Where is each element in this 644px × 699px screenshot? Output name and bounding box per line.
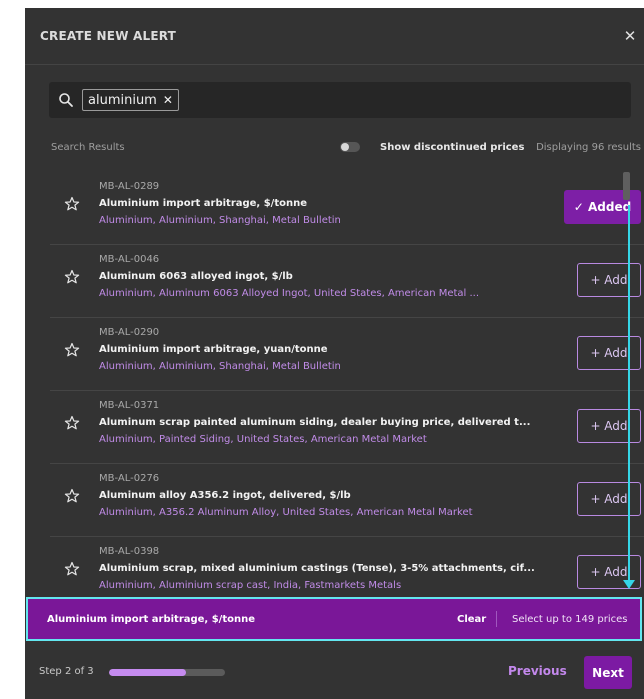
discontinued-toggle-label: Show discontinued prices <box>380 141 525 153</box>
scroll-indicator-line <box>628 205 630 581</box>
price-name: Aluminum scrap painted aluminum siding, … <box>99 417 531 428</box>
search-field[interactable]: aluminium ✕ <box>49 82 631 118</box>
close-icon[interactable]: ✕ <box>616 27 644 45</box>
discontinued-toggle[interactable] <box>340 142 360 152</box>
list-item[interactable]: MB-AL-0046 Aluminum 6063 alloyed ingot, $… <box>50 245 644 318</box>
star-icon[interactable] <box>64 342 80 358</box>
add-button[interactable]: + Add <box>577 482 641 516</box>
create-alert-modal: CREATE NEW ALERT ✕ aluminium ✕ Search Re… <box>25 8 644 699</box>
price-tags: Aluminium, Aluminium, Shanghai, Metal Bu… <box>99 361 341 372</box>
price-name: Aluminum 6063 alloyed ingot, $/lb <box>99 271 293 282</box>
next-button[interactable]: Next <box>584 656 632 689</box>
search-icon <box>59 93 73 107</box>
results-count: Displaying 96 results <box>536 141 641 153</box>
selection-limit: Select up to 149 prices <box>512 613 628 625</box>
chip-remove-icon[interactable]: ✕ <box>163 93 173 107</box>
list-item[interactable]: MB-AL-0276 Aluminum alloy A356.2 ingot, d… <box>50 464 644 537</box>
results-bar: Search Results Show discontinued prices … <box>51 139 644 155</box>
modal-header: CREATE NEW ALERT ✕ <box>25 8 644 65</box>
add-button[interactable]: + Add <box>577 263 641 297</box>
search-chip-label: aluminium <box>88 92 157 108</box>
list-item[interactable]: MB-AL-0398 Aluminium scrap, mixed alumini… <box>50 537 644 594</box>
price-code: MB-AL-0290 <box>99 327 160 338</box>
modal-footer: Step 2 of 3 Previous Next <box>25 644 644 699</box>
price-tags: Aluminium, Painted Siding, United States… <box>99 434 427 445</box>
price-code: MB-AL-0398 <box>99 546 160 557</box>
selection-divider <box>496 611 497 627</box>
star-icon[interactable] <box>64 269 80 285</box>
star-icon[interactable] <box>64 561 80 577</box>
star-icon[interactable] <box>64 196 80 212</box>
list-item[interactable]: MB-AL-0290 Aluminium import arbitrage, yu… <box>50 318 644 391</box>
search-chip: aluminium ✕ <box>82 89 179 111</box>
star-icon[interactable] <box>64 488 80 504</box>
step-progress-bar <box>109 669 225 676</box>
price-tags: Aluminium, Aluminum 6063 Alloyed Ingot, … <box>99 288 480 299</box>
selection-bar: Aluminium import arbitrage, $/tonne Clea… <box>26 597 642 641</box>
step-progress-fill <box>109 669 186 676</box>
scroll-down-arrow-icon <box>623 580 635 589</box>
add-button[interactable]: + Add <box>577 336 641 370</box>
search-results-label: Search Results <box>51 141 125 153</box>
list-item[interactable]: MB-AL-0371 Aluminum scrap painted aluminu… <box>50 391 644 464</box>
price-code: MB-AL-0289 <box>99 181 160 192</box>
price-tags: Aluminium, Aluminium scrap cast, India, … <box>99 580 402 591</box>
selected-price-name: Aluminium import arbitrage, $/tonne <box>47 613 255 625</box>
toggle-knob <box>341 143 349 151</box>
modal-title: CREATE NEW ALERT <box>40 29 177 43</box>
price-name: Aluminum alloy A356.2 ingot, delivered, … <box>99 490 351 501</box>
price-code: MB-AL-0276 <box>99 473 160 484</box>
price-tags: Aluminium, A356.2 Aluminum Alloy, United… <box>99 507 473 518</box>
results-list: MB-AL-0289 Aluminium import arbitrage, $/… <box>50 172 644 594</box>
step-indicator: Step 2 of 3 <box>39 666 94 677</box>
price-code: MB-AL-0371 <box>99 400 160 411</box>
add-button[interactable]: + Add <box>577 409 641 443</box>
price-name: Aluminium import arbitrage, $/tonne <box>99 198 307 209</box>
price-name: Aluminium scrap, mixed aluminium casting… <box>99 563 534 574</box>
price-tags: Aluminium, Aluminium, Shanghai, Metal Bu… <box>99 215 341 226</box>
previous-button[interactable]: Previous <box>508 664 567 678</box>
price-name: Aluminium import arbitrage, yuan/tonne <box>99 344 328 355</box>
price-code: MB-AL-0046 <box>99 254 160 265</box>
star-icon[interactable] <box>64 415 80 431</box>
list-item[interactable]: MB-AL-0289 Aluminium import arbitrage, $/… <box>50 172 644 245</box>
clear-button[interactable]: Clear <box>457 614 486 625</box>
scrollbar-thumb[interactable] <box>623 172 630 200</box>
